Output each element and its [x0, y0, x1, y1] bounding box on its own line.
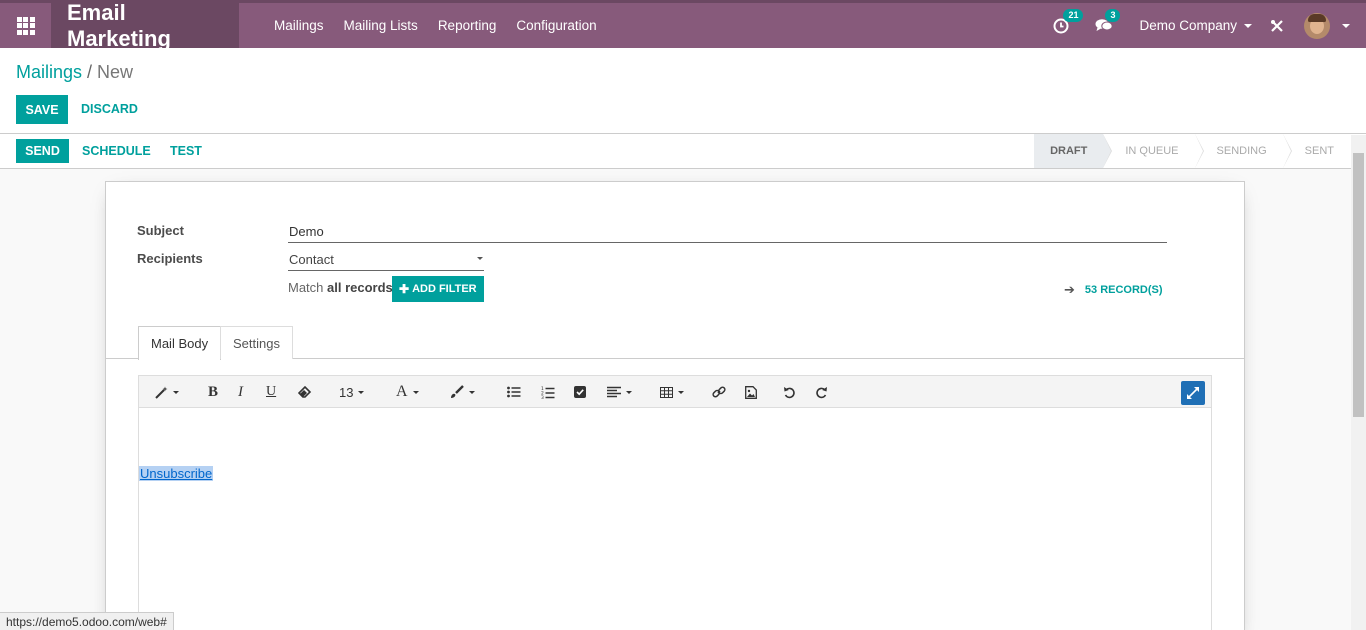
- chevron-down-icon: [1342, 23, 1350, 28]
- recipients-label: Recipients: [137, 251, 203, 266]
- breadcrumb-separator: /: [87, 62, 93, 82]
- tab-mail-body[interactable]: Mail Body: [138, 326, 222, 360]
- arrow-right-icon: ➔: [1064, 282, 1075, 297]
- numbered-list-button[interactable]: 123: [541, 376, 555, 408]
- fullscreen-button[interactable]: [1181, 381, 1205, 405]
- redo-button[interactable]: [815, 376, 828, 408]
- breadcrumb-mailings[interactable]: Mailings: [16, 62, 82, 82]
- menu-mailings[interactable]: Mailings: [274, 18, 324, 33]
- style-dropdown[interactable]: [155, 376, 179, 408]
- messages-count-badge: 3: [1105, 9, 1121, 22]
- eraser-icon: [298, 386, 312, 398]
- checkbox-icon: [574, 386, 586, 398]
- recipients-value: Contact: [289, 252, 334, 267]
- plus-icon: ✚: [399, 282, 410, 296]
- font-size-value: 13: [339, 384, 354, 400]
- align-left-icon: [607, 386, 621, 398]
- italic-button[interactable]: I: [238, 376, 243, 408]
- table-icon: [660, 386, 673, 398]
- breadcrumb: Mailings / New: [16, 62, 133, 83]
- control-panel: Mailings / New SAVE DISCARD: [0, 48, 1366, 134]
- list-ol-icon: 123: [541, 386, 555, 399]
- tools-icon: [1271, 19, 1283, 32]
- company-switcher[interactable]: Demo Company: [1139, 18, 1252, 33]
- main-menu: Mailings Mailing Lists Reporting Configu…: [274, 18, 617, 33]
- discard-button[interactable]: DISCARD: [81, 102, 138, 116]
- browser-status-url: https://demo5.odoo.com/web#: [0, 612, 174, 630]
- highlight-dropdown[interactable]: [450, 376, 475, 408]
- paragraph-align-dropdown[interactable]: [607, 376, 632, 408]
- image-button[interactable]: [745, 376, 757, 408]
- undo-button[interactable]: [783, 376, 796, 408]
- scrollbar-thumb[interactable]: [1353, 153, 1364, 417]
- avatar: [1304, 12, 1330, 39]
- company-name: Demo Company: [1139, 18, 1237, 33]
- user-menu[interactable]: [1304, 12, 1350, 39]
- schedule-button[interactable]: SCHEDULE: [82, 144, 151, 158]
- app-brand[interactable]: Email Marketing: [51, 0, 239, 51]
- activity-button[interactable]: 21: [1053, 8, 1084, 34]
- link-button[interactable]: [712, 376, 726, 408]
- link-icon: [712, 386, 726, 398]
- apps-menu-button[interactable]: [0, 3, 51, 48]
- top-navbar: Email Marketing Mailings Mailing Lists R…: [0, 0, 1366, 51]
- clear-format-button[interactable]: [298, 376, 312, 408]
- form-statusbar: SEND SCHEDULE TEST DRAFT IN QUEUE SENDIN…: [0, 134, 1366, 169]
- breadcrumb-current: New: [97, 62, 134, 82]
- subject-field[interactable]: Demo: [288, 220, 1167, 243]
- svg-text:3: 3: [541, 395, 544, 399]
- records-count: 53 RECORD(S): [1084, 284, 1163, 296]
- menu-mailing-lists[interactable]: Mailing Lists: [344, 18, 418, 33]
- table-dropdown[interactable]: [660, 376, 684, 408]
- add-filter-label: ADD FILTER: [412, 283, 477, 295]
- underline-button[interactable]: U: [266, 376, 276, 408]
- paint-brush-icon: [451, 385, 464, 398]
- font-size-dropdown[interactable]: 13: [339, 376, 365, 408]
- undo-icon: [784, 386, 795, 398]
- magic-wand-icon: [155, 386, 168, 399]
- messages-button[interactable]: 3: [1095, 9, 1121, 33]
- unsubscribe-link[interactable]: Unsubscribe: [139, 466, 214, 481]
- send-button[interactable]: SEND: [16, 139, 69, 163]
- chevron-down-icon: [477, 257, 483, 260]
- chevron-down-icon: [1244, 23, 1252, 28]
- italic-icon: I: [238, 383, 243, 400]
- stage-sending: SENDING: [1194, 134, 1292, 168]
- activity-count-badge: 21: [1063, 8, 1084, 22]
- underline-icon: U: [266, 384, 277, 399]
- image-icon: [745, 385, 757, 399]
- notebook-tabs: Mail Body Settings: [106, 325, 1244, 360]
- subject-label: Subject: [137, 223, 184, 238]
- stage-pipeline: DRAFT IN QUEUE SENDING SENT: [1034, 134, 1350, 168]
- match-text: Match all records: [288, 280, 393, 295]
- save-button[interactable]: SAVE: [16, 95, 68, 124]
- editor-toolbar: B I U 13 A 123: [139, 376, 1211, 408]
- bold-button[interactable]: B: [208, 376, 218, 408]
- match-prefix: Match: [288, 280, 324, 295]
- tab-settings[interactable]: Settings: [220, 326, 293, 359]
- redo-icon: [816, 386, 827, 398]
- grid-icon: [16, 16, 35, 35]
- stage-draft: DRAFT: [1034, 134, 1113, 168]
- bullet-list-button[interactable]: [507, 376, 521, 408]
- page-scrollbar[interactable]: [1351, 135, 1366, 630]
- list-ul-icon: [507, 386, 521, 398]
- font-color-dropdown[interactable]: A: [396, 376, 419, 408]
- add-filter-button[interactable]: ✚ ADD FILTER: [392, 276, 484, 302]
- font-color-icon: A: [396, 383, 408, 400]
- records-link[interactable]: ➔ 53 RECORD(S): [1064, 282, 1163, 298]
- html-editor: B I U 13 A 123 Unsubscribe: [138, 375, 1212, 630]
- expand-icon: [1187, 387, 1199, 399]
- test-button[interactable]: TEST: [170, 144, 202, 158]
- checklist-button[interactable]: [574, 376, 586, 408]
- bold-icon: B: [208, 383, 219, 400]
- menu-configuration[interactable]: Configuration: [516, 18, 596, 33]
- stage-in-queue: IN QUEUE: [1103, 134, 1204, 168]
- recipients-select[interactable]: Contact: [288, 249, 484, 271]
- match-scope: all records: [327, 280, 393, 295]
- form-sheet: Subject Demo Recipients Contact Match al…: [105, 181, 1245, 630]
- menu-reporting[interactable]: Reporting: [438, 18, 497, 33]
- stage-sent: SENT: [1282, 134, 1350, 168]
- debug-tools-button[interactable]: [1270, 19, 1284, 33]
